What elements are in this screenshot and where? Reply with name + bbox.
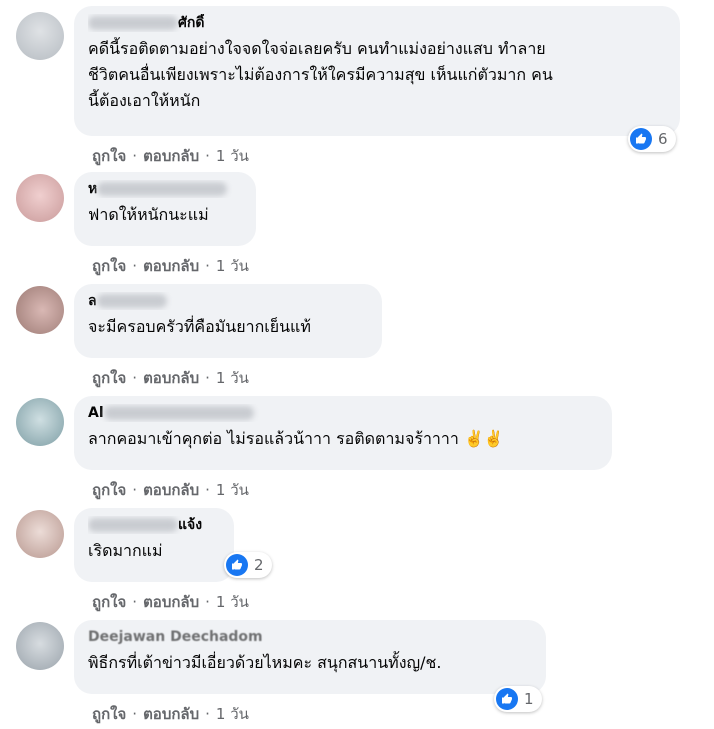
avatar[interactable] (16, 398, 64, 446)
comment-actions: ถูกใจ · ตอบกลับ · 1 วัน (92, 144, 249, 168)
commenter-name-text: แจ้ง (178, 517, 203, 533)
reaction-count-text: 6 (658, 130, 668, 148)
reply-link[interactable]: ตอบกลับ (143, 144, 199, 168)
timestamp[interactable]: 1 วัน (216, 478, 249, 502)
reply-link[interactable]: ตอบกลับ (143, 478, 199, 502)
comment-text: คดีนี้รอติดตามอย่างใจจดใจจ่อเลยครับ คนทำ… (88, 39, 553, 110)
comment-actions: ถูกใจ · ตอบกลับ · 1 วัน (92, 702, 249, 726)
commenter-name[interactable]: แจ้ง (88, 516, 220, 534)
avatar[interactable] (16, 174, 64, 222)
comment-bubble: ล จะมีครอบครัวที่คือมันยากเย็นแท้ (74, 284, 382, 358)
timestamp[interactable]: 1 วัน (216, 366, 249, 390)
like-link[interactable]: ถูกใจ (92, 366, 126, 390)
thumbs-up-icon (630, 128, 652, 150)
avatar[interactable] (16, 12, 64, 60)
timestamp[interactable]: 1 วัน (216, 254, 249, 278)
commenter-name-text: ห (88, 181, 98, 197)
comment-bubble: แจ้ง เริดมากแม่ (74, 508, 234, 582)
timestamp[interactable]: 1 วัน (216, 144, 249, 168)
comment-text: ฟาดให้หนักนะแม่ (88, 205, 209, 224)
comment-bubble: ศักดิ์ คดีนี้รอติดตามอย่างใจจดใจจ่อเลยคร… (74, 6, 680, 136)
reaction-count-text: 2 (254, 556, 264, 574)
commenter-name[interactable]: ศักดิ์ (88, 14, 666, 32)
commenter-name[interactable]: Al (88, 404, 598, 422)
comment-bubble: ห ฟาดให้หนักนะแม่ (74, 172, 256, 246)
commenter-name-text: ล (88, 293, 97, 309)
like-link[interactable]: ถูกใจ (92, 144, 126, 168)
timestamp[interactable]: 1 วัน (216, 590, 249, 614)
reply-link[interactable]: ตอบกลับ (143, 366, 199, 390)
thumbs-up-icon (496, 688, 518, 710)
commenter-name[interactable]: ห (88, 180, 242, 198)
comment-text: เริดมากแม่ (88, 541, 163, 560)
reply-link[interactable]: ตอบกลับ (143, 590, 199, 614)
comment-actions: ถูกใจ · ตอบกลับ · 1 วัน (92, 478, 249, 502)
comment-bubble: Deejawan Deechadom พิธีกรที่เต้าข่าวมีเอ… (74, 620, 546, 694)
commenter-name[interactable]: ล (88, 292, 368, 310)
comment-text: พิธีกรที่เต้าข่าวมีเอี่ยวด้วยไหมคะ สนุกส… (88, 653, 442, 672)
reply-link[interactable]: ตอบกลับ (143, 702, 199, 726)
like-link[interactable]: ถูกใจ (92, 590, 126, 614)
avatar[interactable] (16, 286, 64, 334)
commenter-name[interactable]: Deejawan Deechadom (88, 628, 532, 646)
reply-link[interactable]: ตอบกลับ (143, 254, 199, 278)
comment-text: ลากคอมาเข้าคุกต่อ ไม่รอแล้วน้าาา รอติดตา… (88, 429, 504, 448)
like-link[interactable]: ถูกใจ (92, 702, 126, 726)
comment-bubble: Al ลากคอมาเข้าคุกต่อ ไม่รอแล้วน้าาา รอติ… (74, 396, 612, 470)
reaction-count[interactable]: 1 (494, 686, 542, 712)
comment-text: จะมีครอบครัวที่คือมันยากเย็นแท้ (88, 317, 311, 336)
comment-actions: ถูกใจ · ตอบกลับ · 1 วัน (92, 254, 249, 278)
timestamp[interactable]: 1 วัน (216, 702, 249, 726)
avatar[interactable] (16, 510, 64, 558)
comment-actions: ถูกใจ · ตอบกลับ · 1 วัน (92, 590, 249, 614)
reaction-count[interactable]: 6 (628, 126, 676, 152)
like-link[interactable]: ถูกใจ (92, 478, 126, 502)
commenter-name-text: Deejawan Deechadom (88, 629, 263, 645)
like-link[interactable]: ถูกใจ (92, 254, 126, 278)
comment-actions: ถูกใจ · ตอบกลับ · 1 วัน (92, 366, 249, 390)
thumbs-up-icon (226, 554, 248, 576)
commenter-name-text: Al (88, 405, 104, 421)
commenter-name-text: ศักดิ์ (178, 15, 205, 31)
reaction-count[interactable]: 2 (224, 552, 272, 578)
reaction-count-text: 1 (524, 690, 534, 708)
avatar[interactable] (16, 622, 64, 670)
